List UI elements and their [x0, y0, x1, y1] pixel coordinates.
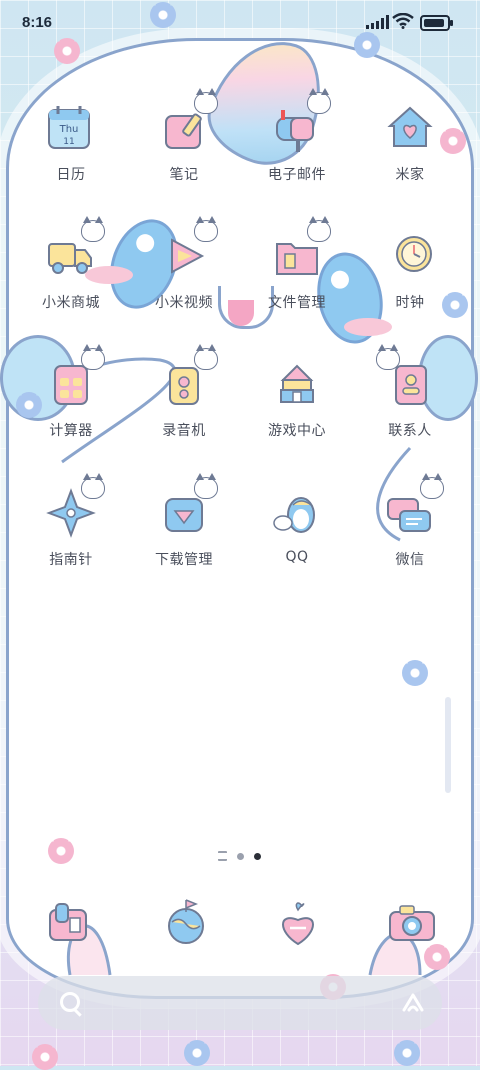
dock-browser[interactable] [156, 892, 216, 952]
svg-text:11: 11 [63, 137, 74, 147]
camera-icon [389, 905, 435, 941]
wallpaper-flower [48, 838, 74, 864]
app-label: 日历 [56, 167, 86, 183]
truck-icon [45, 216, 105, 282]
svg-text:Thu: Thu [59, 124, 79, 135]
app-label: 录音机 [162, 423, 206, 439]
game-castle-icon [271, 358, 323, 410]
app-label: 笔记 [169, 167, 199, 183]
app-mijia[interactable]: 米家 [362, 94, 458, 204]
app-label: 文件管理 [268, 295, 326, 311]
wallpaper-flower [394, 1040, 420, 1066]
assistant-icon[interactable] [402, 992, 424, 1012]
wallpaper-flower [32, 1044, 58, 1070]
app-label: 时钟 [395, 295, 425, 311]
wallpaper-flower [402, 660, 428, 686]
app-contacts[interactable]: 联系人 [362, 344, 458, 460]
cellular-signal-icon [366, 15, 389, 29]
dock-phone[interactable] [40, 892, 100, 952]
app-wechat[interactable]: 微信 [362, 473, 458, 589]
mini-cat-icon [194, 216, 218, 242]
page-indicator-menu-icon[interactable] [218, 851, 227, 861]
page-indicator[interactable] [218, 851, 261, 861]
wifi-icon [392, 13, 414, 29]
video-icon [158, 216, 218, 282]
app-label: QQ [285, 549, 309, 565]
phone-icon [49, 903, 87, 941]
search-icon[interactable] [60, 992, 80, 1012]
mini-cat-icon [307, 88, 331, 114]
app-label: 指南针 [49, 552, 93, 568]
mini-cat-icon [376, 344, 400, 370]
app-label: 电子邮件 [268, 167, 326, 183]
app-mi-store[interactable]: 小米商城 [23, 216, 119, 332]
app-label: 微信 [395, 552, 425, 568]
mini-cat-icon [81, 216, 105, 242]
calculator-icon [45, 344, 105, 410]
app-qq[interactable]: QQ [249, 479, 345, 589]
message-icon [282, 902, 314, 946]
status-time: 8:16 [22, 14, 53, 31]
qq-penguin-icon [271, 487, 323, 539]
app-download-manager[interactable]: 下载管理 [136, 473, 232, 589]
page-dot-active[interactable] [254, 852, 261, 860]
app-calendar[interactable]: Thu 11 日历 [23, 94, 119, 204]
app-recorder[interactable]: 录音机 [136, 344, 232, 460]
mini-cat-icon [81, 473, 105, 499]
dock-messages[interactable] [268, 892, 328, 952]
app-label: 游戏中心 [268, 423, 326, 439]
contacts-icon [376, 344, 436, 410]
app-clock[interactable]: 时钟 [362, 222, 458, 332]
wallpaper-flower [184, 1040, 210, 1066]
notes-icon [158, 88, 218, 154]
mini-cat-icon [420, 473, 444, 499]
email-icon [271, 88, 331, 154]
home-icon [384, 102, 436, 154]
mini-cat-icon [194, 344, 218, 370]
download-icon [158, 473, 218, 539]
app-game-center[interactable]: 游戏中心 [249, 350, 345, 460]
app-notes[interactable]: 笔记 [136, 88, 232, 204]
mini-cat-icon [307, 216, 331, 242]
app-label: 下载管理 [155, 552, 213, 568]
mini-cat-icon [194, 88, 218, 114]
dock-camera[interactable] [382, 892, 442, 952]
compass-icon [45, 473, 105, 539]
battery-icon [420, 15, 453, 31]
status-bar: 8:16 [0, 0, 480, 44]
app-calculator[interactable]: 计算器 [23, 344, 119, 460]
app-label: 小米商城 [42, 295, 100, 311]
app-label: 小米视频 [155, 295, 213, 311]
page-dot[interactable] [237, 852, 244, 860]
app-label: 联系人 [388, 423, 432, 439]
recorder-icon [158, 344, 218, 410]
mini-cat-icon [81, 344, 105, 370]
app-mi-video[interactable]: 小米视频 [136, 216, 232, 332]
calendar-icon: Thu 11 [45, 102, 97, 154]
wechat-icon [384, 473, 444, 539]
app-email[interactable]: 电子邮件 [249, 88, 345, 204]
app-label: 米家 [395, 167, 425, 183]
browser-globe-icon [168, 899, 204, 944]
clock-icon [384, 230, 436, 282]
app-label: 计算器 [49, 423, 93, 439]
folder-icon [271, 216, 331, 282]
app-file-manager[interactable]: 文件管理 [249, 216, 345, 332]
search-bar[interactable] [38, 976, 442, 1030]
mini-cat-icon [194, 473, 218, 499]
app-compass[interactable]: 指南针 [23, 473, 119, 589]
